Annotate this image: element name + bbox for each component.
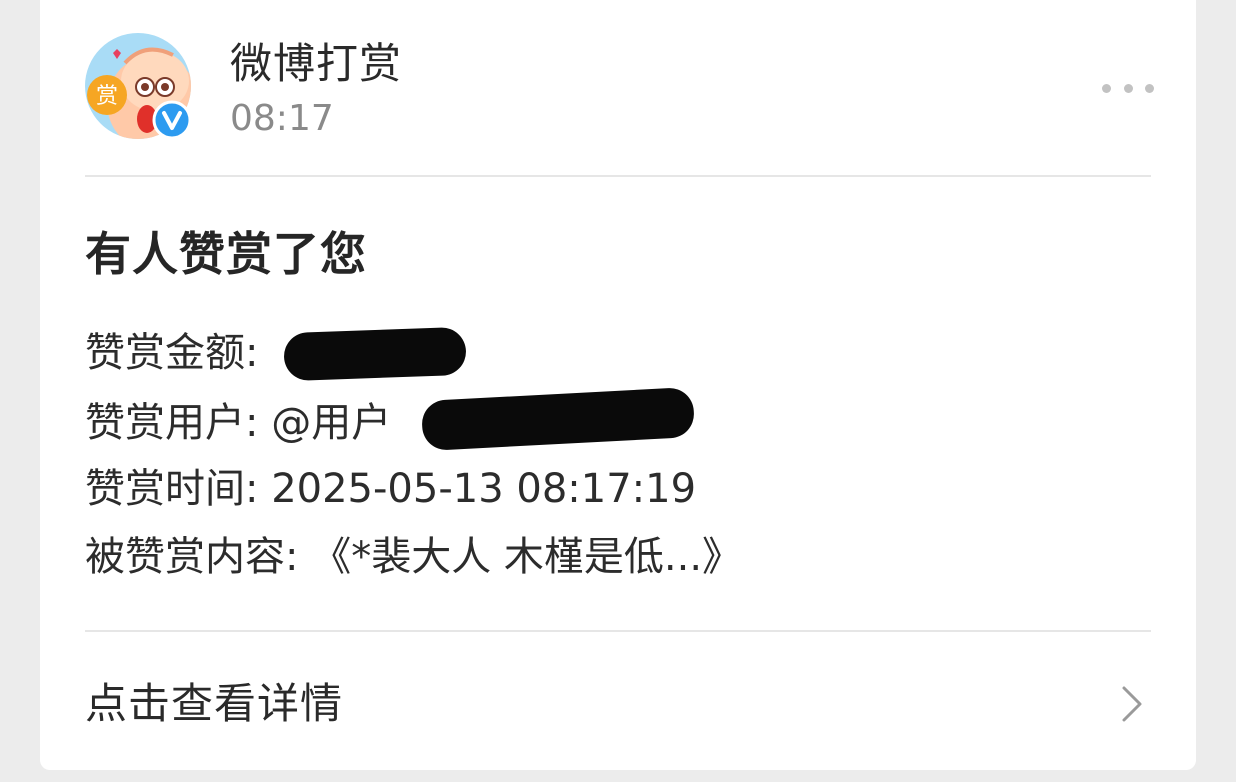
footer-divider — [85, 630, 1151, 632]
reward-time-line: 赞赏时间: 2025-05-13 08:17:19 — [85, 464, 696, 514]
reward-user-label: 赞赏用户: — [85, 400, 259, 446]
redaction-mark — [420, 386, 696, 452]
reward-time-value: 2025-05-13 08:17:19 — [271, 466, 697, 512]
more-options-button[interactable] — [1102, 76, 1154, 100]
avatar-badge-char: 赏 — [96, 84, 118, 109]
rewarded-content-value[interactable]: 《*裴大人 木槿是低...》 — [311, 534, 742, 580]
notification-card: 赏 微博打赏 08:17 有人赞赏了您 赞赏金额: 赞赏用户: @用户 赞赏时间… — [40, 0, 1196, 770]
view-details-button[interactable]: 点击查看详情 — [40, 634, 1196, 770]
view-details-label: 点击查看详情 — [85, 679, 344, 728]
reward-amount-label: 赞赏金额: — [85, 330, 259, 376]
notification-title: 有人赞赏了您 — [85, 227, 367, 281]
rewarded-content-line: 被赞赏内容: 《*裴大人 木槿是低...》 — [85, 532, 742, 582]
redaction-mark — [283, 326, 467, 382]
chevron-right-icon — [1120, 684, 1144, 724]
more-dots-icon — [1102, 83, 1111, 93]
message-time: 08:17 — [230, 98, 334, 139]
reward-user-value[interactable]: @用户 — [271, 400, 391, 446]
reward-amount-line: 赞赏金额: — [85, 328, 258, 378]
header-divider — [85, 175, 1151, 177]
sender-name[interactable]: 微博打赏 — [230, 38, 402, 90]
card-header: 赏 微博打赏 08:17 — [40, 0, 1196, 176]
reward-time-label: 赞赏时间: — [85, 466, 259, 512]
verified-icon — [152, 100, 192, 140]
reward-user-line: 赞赏用户: @用户 — [85, 398, 391, 448]
rewarded-content-label: 被赞赏内容: — [85, 534, 299, 580]
